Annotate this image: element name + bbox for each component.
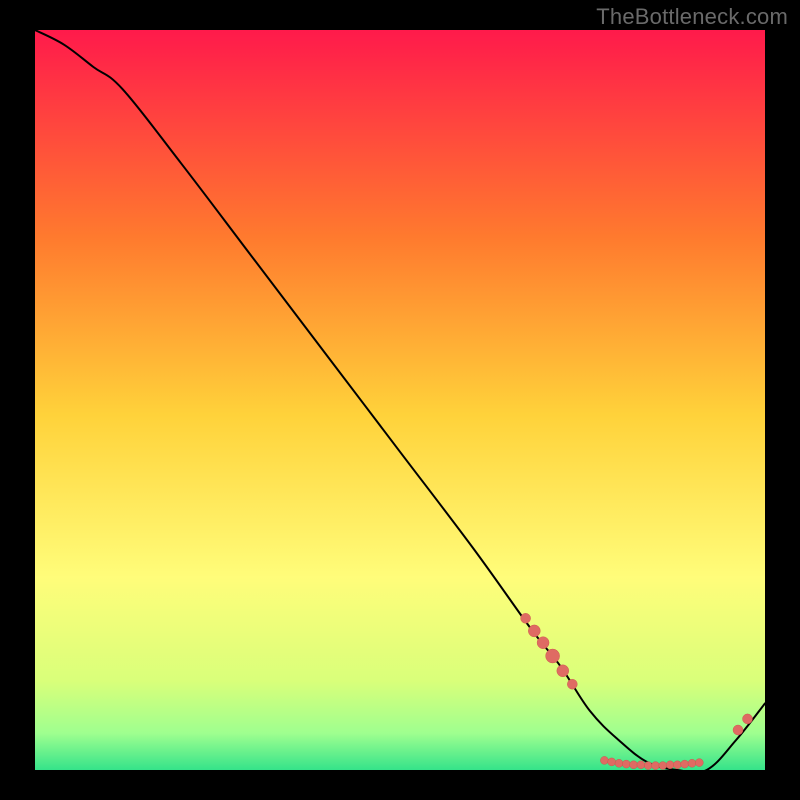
data-marker (567, 679, 577, 689)
watermark-text: TheBottleneck.com (596, 4, 788, 30)
data-marker (659, 762, 667, 770)
data-marker (608, 758, 616, 766)
data-marker (528, 625, 540, 637)
data-marker (644, 762, 652, 770)
data-marker (733, 725, 743, 735)
data-marker (537, 637, 549, 649)
data-marker (546, 649, 560, 663)
chart-frame: TheBottleneck.com (0, 0, 800, 800)
data-marker (557, 665, 569, 677)
data-marker (630, 761, 638, 769)
data-marker (637, 761, 645, 769)
data-marker (652, 762, 660, 770)
data-marker (521, 613, 531, 623)
data-marker (743, 714, 753, 724)
data-marker (622, 760, 630, 768)
data-marker (681, 760, 689, 768)
data-marker (688, 759, 696, 767)
gradient-background (35, 30, 765, 770)
data-marker (666, 761, 674, 769)
data-marker (615, 759, 623, 767)
bottleneck-chart (35, 30, 765, 770)
data-marker (673, 761, 681, 769)
plot-area (35, 30, 765, 770)
data-marker (600, 756, 608, 764)
data-marker (695, 759, 703, 767)
